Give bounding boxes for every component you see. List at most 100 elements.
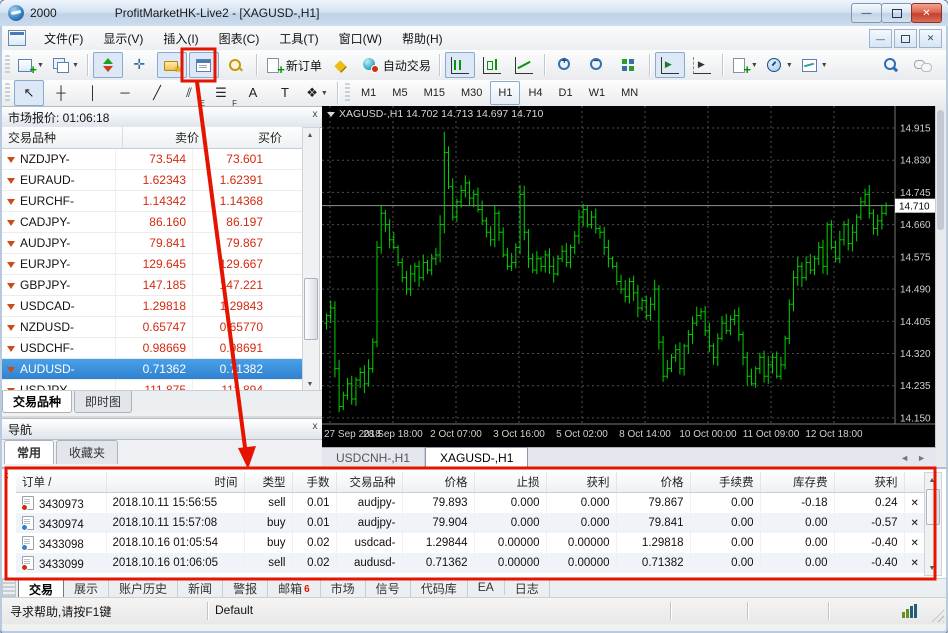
- search-button[interactable]: [875, 52, 905, 78]
- mdi-close-button[interactable]: ✕: [919, 29, 942, 48]
- market-watch-row-EURJPY-[interactable]: EURJPY- 129.645 129.667: [2, 254, 302, 275]
- market-watch-row-CADJPY-[interactable]: CADJPY- 86.160 86.197: [2, 212, 302, 233]
- terminal-tab-信号[interactable]: 信号: [366, 579, 411, 598]
- chart-bars-button[interactable]: [444, 52, 475, 78]
- menu-item-窗口[interactable]: 窗口(W): [329, 27, 392, 50]
- menu-item-插入[interactable]: 插入(I): [153, 27, 208, 50]
- timeframe-MN[interactable]: MN: [613, 81, 646, 105]
- new-chart-button[interactable]: ▼: [14, 52, 47, 78]
- timeframe-H4[interactable]: H4: [520, 81, 550, 105]
- timeframe-M5[interactable]: M5: [384, 81, 415, 105]
- terminal-tab-展示[interactable]: 展示: [64, 579, 110, 598]
- price-chart[interactable]: 14.915 14.830 14.745 14.660 14.575 14.490 14.4…: [322, 106, 936, 447]
- indicators-button[interactable]: ▼: [728, 52, 761, 78]
- chat-button[interactable]: [907, 52, 937, 78]
- auto-trading-button[interactable]: 自动交易: [359, 52, 434, 78]
- orders-column-7[interactable]: 获利: [546, 472, 617, 493]
- zoom-out-button[interactable]: [582, 52, 612, 78]
- trend-line-button[interactable]: ╱: [142, 80, 172, 106]
- arrows-dropdown-icon[interactable]: ▼: [321, 90, 328, 97]
- timeframe-H1[interactable]: H1: [490, 81, 521, 105]
- new-order-button[interactable]: 新订单: [262, 52, 325, 78]
- chart-tab-USDCNH-,H1[interactable]: USDCNH-,H1: [322, 448, 426, 468]
- text-button[interactable]: A: [238, 80, 268, 106]
- market-watch-scrollbar[interactable]: ▲ ▼: [302, 127, 320, 392]
- tile-windows-button[interactable]: [614, 52, 644, 78]
- scroll-down-icon[interactable]: ▼: [925, 561, 939, 575]
- scroll-up-icon[interactable]: ▲: [303, 128, 317, 142]
- terminal-tab-市场[interactable]: 市场: [321, 579, 366, 598]
- minimize-button[interactable]: —: [851, 3, 882, 23]
- order-row-3430973[interactable]: 3430973 2018.10.11 15:56:55 sell 0.01 audjpy…: [16, 492, 926, 513]
- restore-button[interactable]: [881, 3, 912, 23]
- market-watch-row-NZDUSD-[interactable]: NZDUSD- 0.65747 0.65770: [2, 317, 302, 338]
- orders-scrollbar[interactable]: ▲ ▼: [924, 472, 942, 576]
- orders-column-8[interactable]: 价格: [616, 472, 691, 493]
- terminal-tab-新闻[interactable]: 新闻: [178, 579, 224, 598]
- equidistant-channel-button[interactable]: ⫽ E: [174, 80, 205, 108]
- orders-column-3[interactable]: 手数: [292, 472, 337, 493]
- menu-item-图表[interactable]: 图表(C): [209, 27, 270, 50]
- orders-column-0[interactable]: 订单 /: [16, 472, 107, 493]
- column-sell[interactable]: 卖价: [123, 127, 206, 148]
- chart-candles-button[interactable]: [477, 52, 507, 78]
- chart-shift-button[interactable]: [687, 52, 717, 78]
- navigator-tab-收藏夹[interactable]: 收藏夹: [56, 440, 119, 464]
- profiles-dropdown-icon[interactable]: ▼: [72, 62, 79, 69]
- order-close-icon[interactable]: ✕: [904, 492, 926, 513]
- market-watch-tab-交易品种[interactable]: 交易品种: [2, 391, 73, 413]
- timeframe-M1[interactable]: M1: [353, 81, 384, 105]
- chart-line-button[interactable]: [509, 52, 539, 78]
- templates-button[interactable]: ▼: [798, 52, 831, 78]
- indicators-dropdown-icon[interactable]: ▼: [751, 62, 758, 69]
- terminal-tab-代码库[interactable]: 代码库: [411, 579, 468, 598]
- order-row-3430974[interactable]: 3430974 2018.10.11 15:57:08 buy 0.01 audjpy-…: [16, 513, 926, 533]
- templates-dropdown-icon[interactable]: ▼: [821, 62, 828, 69]
- market-watch-row-USDCAD-[interactable]: USDCAD- 1.29818 1.29843: [2, 296, 302, 317]
- data-window-button[interactable]: [125, 52, 155, 78]
- terminal-button[interactable]: [188, 52, 219, 78]
- mdi-minimize-button[interactable]: —: [869, 29, 892, 48]
- terminal-grip[interactable]: [2, 579, 16, 597]
- cursor-button[interactable]: ↖: [14, 80, 44, 106]
- timeframe-M30[interactable]: M30: [453, 81, 490, 105]
- tab-scroll-right-icon[interactable]: ►: [917, 453, 926, 463]
- navigator-close-icon[interactable]: x: [308, 421, 322, 432]
- orders-column-11[interactable]: 获利: [834, 472, 905, 493]
- workspace-scrollbar[interactable]: [935, 106, 946, 467]
- orders-column-10[interactable]: 库存费: [760, 472, 835, 493]
- horizontal-line-button[interactable]: ─: [110, 80, 140, 106]
- scrollbar-thumb[interactable]: [304, 278, 318, 340]
- orders-column-9[interactable]: 手续费: [690, 472, 761, 493]
- chart-window-icon[interactable]: [8, 30, 26, 46]
- order-close-icon[interactable]: ✕: [904, 513, 926, 533]
- orders-column-2[interactable]: 类型: [244, 472, 293, 493]
- zoom-in-button[interactable]: [550, 52, 580, 78]
- column-symbol[interactable]: 交易品种: [2, 127, 123, 148]
- menu-item-帮助[interactable]: 帮助(H): [392, 27, 453, 50]
- toolbar-grip[interactable]: [5, 55, 10, 75]
- orders-column-5[interactable]: 价格: [402, 472, 475, 493]
- order-close-icon[interactable]: ✕: [904, 553, 926, 573]
- market-watch-close-icon[interactable]: x: [308, 109, 322, 120]
- menu-item-工具[interactable]: 工具(T): [269, 27, 328, 50]
- vertical-line-button[interactable]: │: [78, 80, 108, 106]
- arrows-button[interactable]: ❖ ▼: [302, 80, 332, 106]
- market-watch-row-EURCHF-[interactable]: EURCHF- 1.14342 1.14368: [2, 191, 302, 212]
- auto-scroll-button[interactable]: [654, 52, 685, 78]
- market-watch-button[interactable]: [92, 52, 123, 78]
- orders-column-6[interactable]: 止损: [474, 472, 547, 493]
- order-close-icon[interactable]: ✕: [904, 533, 926, 553]
- market-watch-row-NZDJPY-[interactable]: NZDJPY- 73.544 73.601: [2, 149, 302, 170]
- market-watch-row-EURAUD-[interactable]: EURAUD- 1.62343 1.62391: [2, 170, 302, 191]
- toolbar-grip[interactable]: [5, 83, 10, 103]
- orders-column-4[interactable]: 交易品种: [336, 472, 403, 493]
- scrollbar-thumb[interactable]: [926, 489, 940, 525]
- terminal-tab-邮箱[interactable]: 邮箱 6: [268, 579, 321, 598]
- market-watch-row-USDCHF-[interactable]: USDCHF- 0.98669 0.98691: [2, 338, 302, 359]
- terminal-tab-EA[interactable]: EA: [468, 579, 505, 595]
- crosshair-button[interactable]: ┼: [46, 80, 76, 106]
- fibonacci-button[interactable]: ☰ F: [206, 80, 237, 108]
- timeframe-M15[interactable]: M15: [416, 81, 453, 105]
- menu-item-显示[interactable]: 显示(V): [93, 27, 153, 50]
